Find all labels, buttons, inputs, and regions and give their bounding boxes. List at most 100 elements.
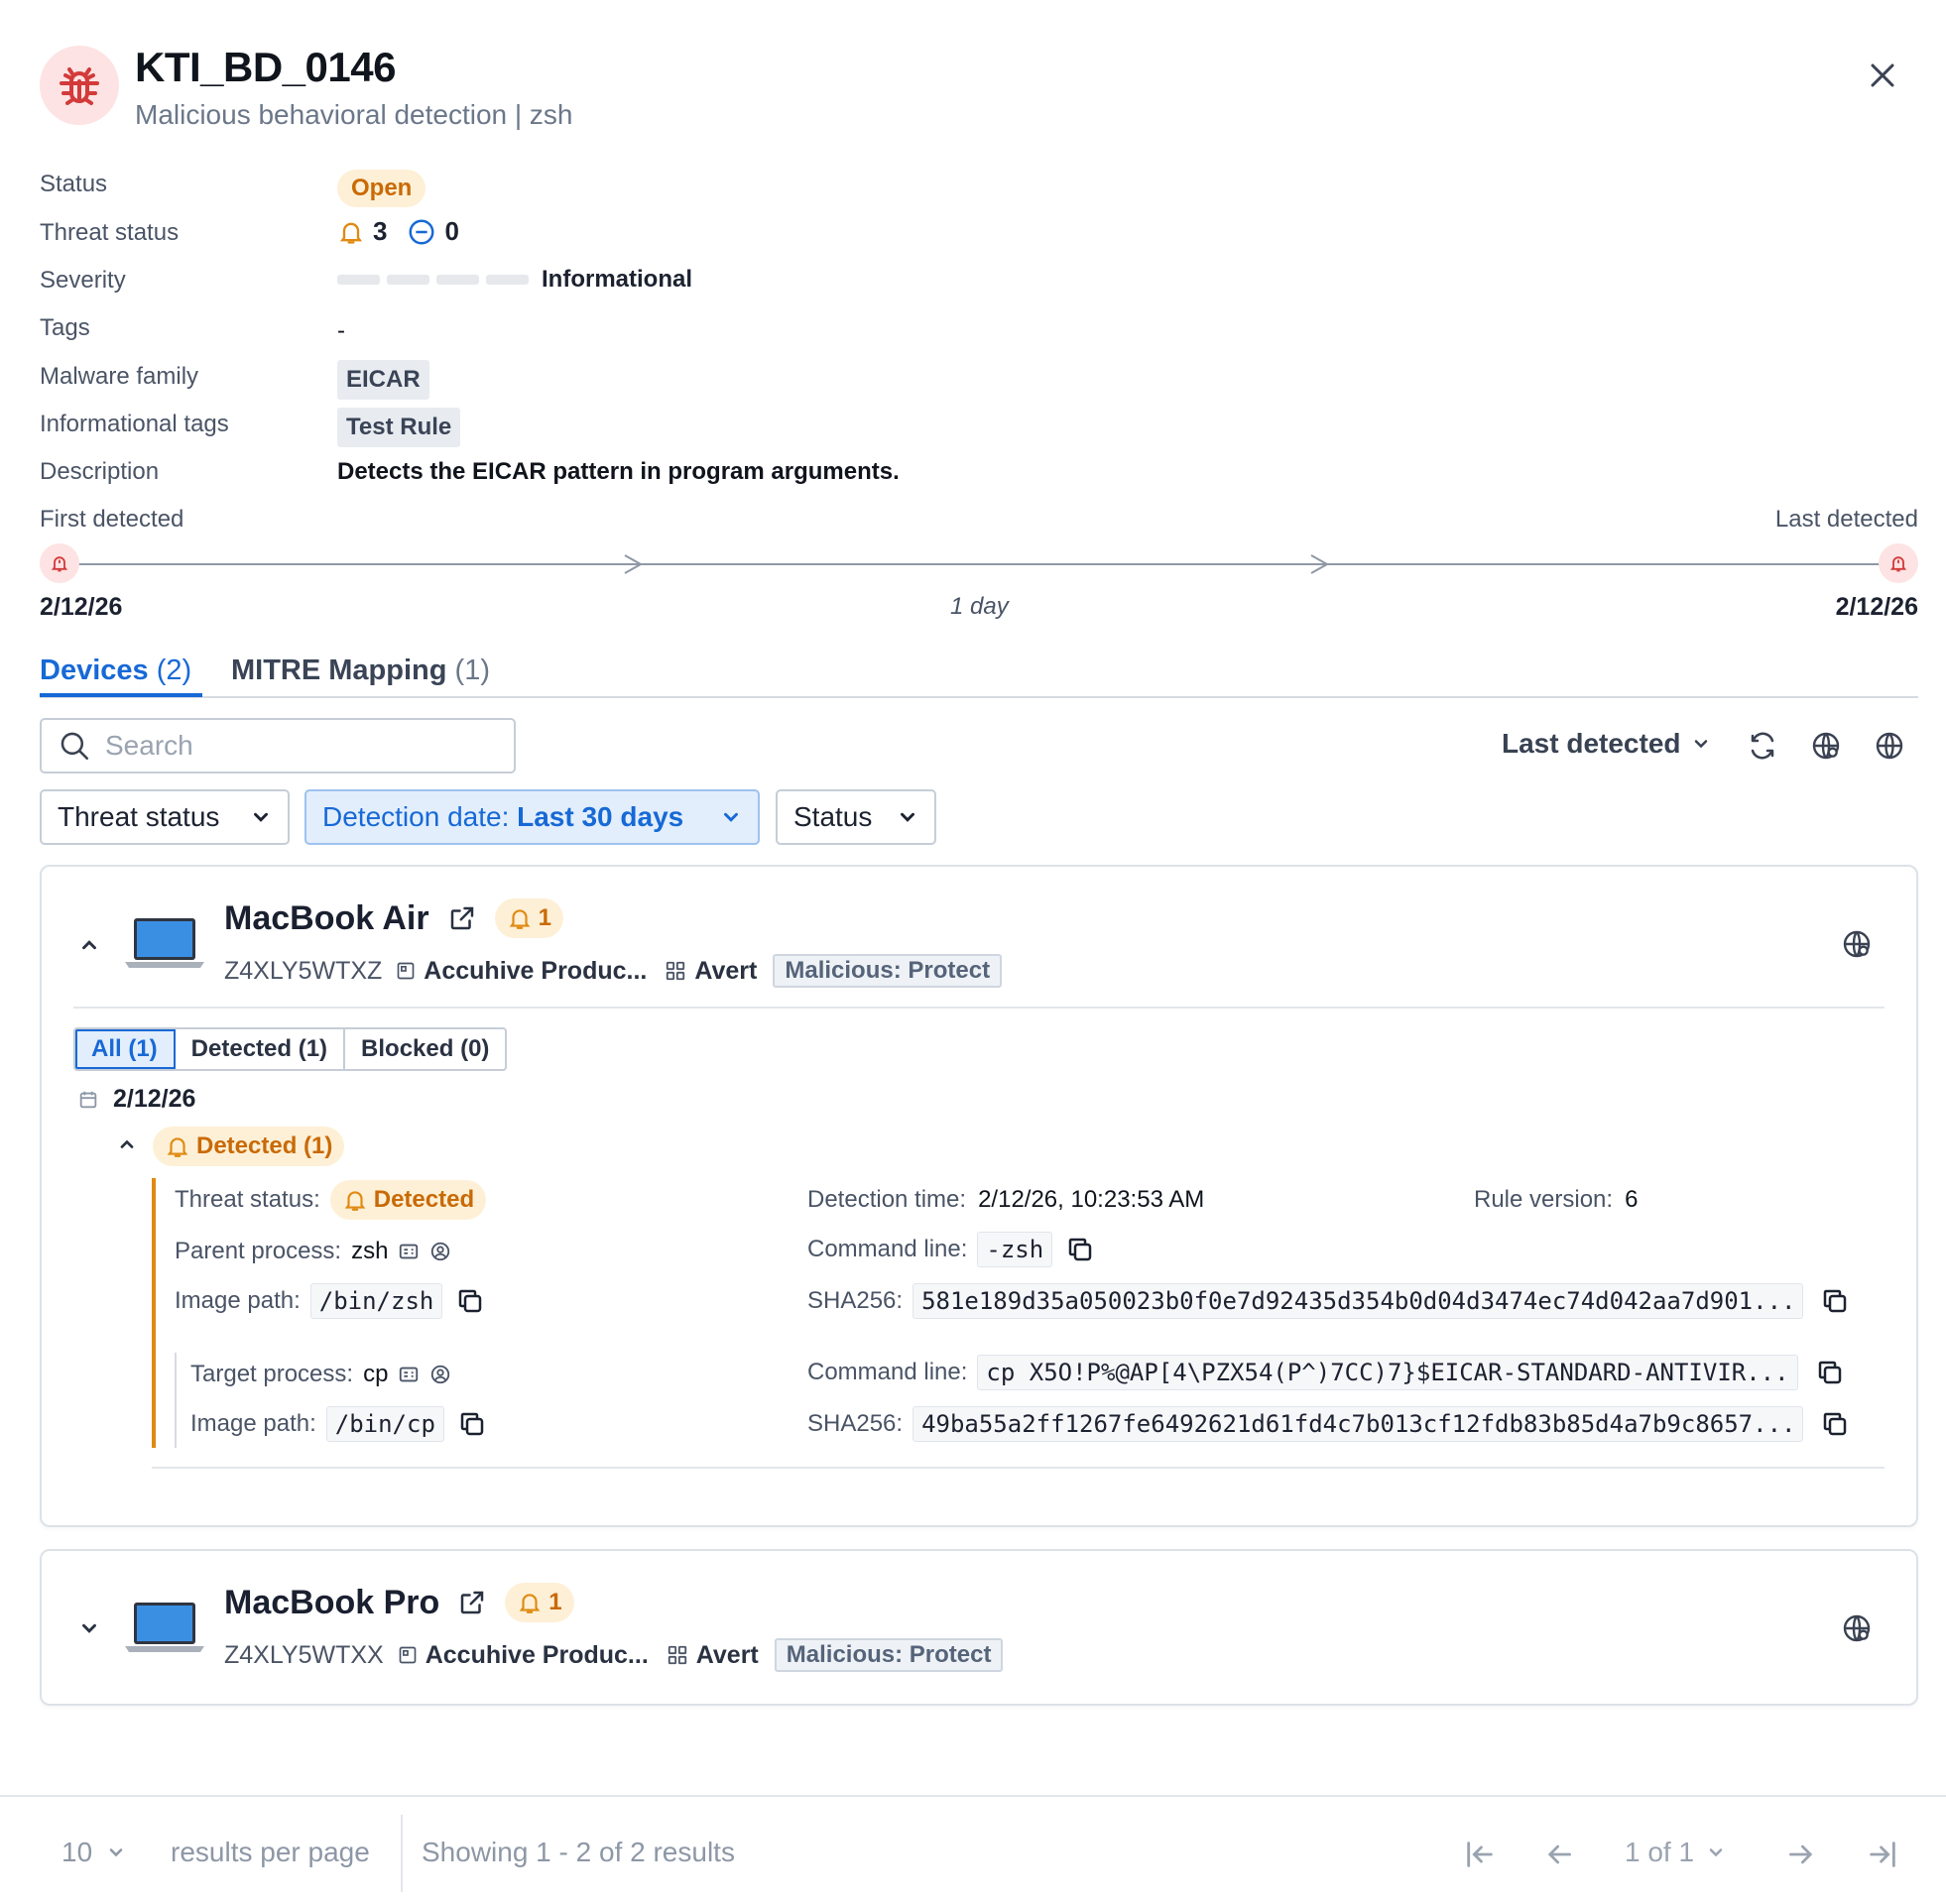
detection-time-value: 2/12/26, 10:23:53 AM bbox=[978, 1186, 1205, 1213]
network-globe-button[interactable] bbox=[1806, 726, 1846, 766]
threat-status-filter[interactable]: Threat status bbox=[40, 789, 290, 845]
target-image-value: /bin/cp bbox=[325, 1406, 444, 1442]
timeline-line bbox=[60, 563, 1896, 565]
chevron-down-icon bbox=[82, 1623, 96, 1633]
parent-cmd-label: Command line: bbox=[807, 1236, 968, 1262]
blocked-icon bbox=[409, 219, 434, 244]
page-title: KTI_BD_0146 bbox=[135, 44, 396, 90]
page-size-select[interactable]: 10 bbox=[61, 1837, 126, 1868]
device-card bbox=[40, 1549, 1918, 1706]
refresh-icon bbox=[1751, 732, 1774, 760]
first-detected-date: 2/12/26 bbox=[40, 593, 123, 621]
external-link-icon bbox=[450, 906, 473, 930]
sort-dropdown[interactable]: Last detected bbox=[1502, 728, 1711, 760]
expand-device-button[interactable] bbox=[69, 1608, 109, 1648]
copy-target-cmd-button[interactable] bbox=[1812, 1355, 1848, 1390]
bell-icon bbox=[344, 1191, 366, 1211]
status-filter[interactable]: Status bbox=[776, 789, 936, 845]
copy-target-image-button[interactable] bbox=[454, 1406, 490, 1442]
laptop-icon bbox=[125, 1603, 204, 1652]
copy-parent-image-button[interactable] bbox=[452, 1283, 488, 1319]
target-sha-row: SHA256: 49ba55a2ff1267fe6492621d61fd4c7b… bbox=[807, 1406, 1853, 1442]
arrow-left-icon bbox=[1547, 1844, 1571, 1864]
copy-parent-sha-button[interactable] bbox=[1817, 1283, 1853, 1319]
search-box[interactable] bbox=[40, 718, 516, 774]
page-indicator: 1 of 1 bbox=[1625, 1837, 1695, 1867]
parent-cmd-value: -zsh bbox=[977, 1232, 1053, 1267]
close-button[interactable] bbox=[1863, 56, 1902, 95]
device-title-row: MacBook Pro 1 bbox=[224, 1583, 574, 1622]
footer-divider bbox=[0, 1795, 1946, 1797]
card-divider bbox=[73, 1007, 1885, 1009]
search-input[interactable] bbox=[105, 730, 482, 762]
severity-bar-segment bbox=[486, 275, 529, 285]
globe-button[interactable] bbox=[1870, 726, 1909, 766]
user-icon bbox=[431, 1365, 450, 1384]
malware-family-tag: EICAR bbox=[337, 360, 429, 400]
collapse-device-button[interactable] bbox=[69, 925, 109, 965]
last-detected-label: Last detected bbox=[1774, 506, 1918, 533]
target-image-label: Image path: bbox=[190, 1410, 316, 1437]
timeline-arrow-icon bbox=[624, 554, 644, 574]
device-name: MacBook Air bbox=[224, 898, 429, 937]
per-page-label: results per page bbox=[171, 1837, 370, 1867]
tab-mitre-count: (1) bbox=[454, 654, 490, 686]
tab-devices[interactable]: Devices (2) bbox=[40, 654, 191, 687]
status-badge: Open bbox=[337, 170, 426, 207]
copy-target-sha-button[interactable] bbox=[1817, 1406, 1853, 1442]
threat-blocked-count: 0 bbox=[444, 216, 459, 246]
parent-process-value: zsh bbox=[351, 1238, 389, 1264]
device-group: Avert bbox=[694, 956, 758, 985]
first-page-button[interactable] bbox=[1460, 1835, 1500, 1874]
last-page-button[interactable] bbox=[1863, 1835, 1902, 1874]
rule-version-label: Rule version: bbox=[1474, 1186, 1614, 1213]
segment-detected[interactable]: Detected (1) bbox=[176, 1029, 346, 1069]
parent-image-label: Image path: bbox=[175, 1287, 301, 1314]
parent-cmd-row: Command line: -zsh bbox=[807, 1232, 1098, 1267]
tab-devices-label: Devices bbox=[40, 654, 149, 686]
bell-icon bbox=[509, 909, 530, 929]
open-device-link[interactable] bbox=[445, 901, 479, 935]
target-process-row: Target process: cp bbox=[190, 1361, 451, 1388]
first-page-icon bbox=[1467, 1842, 1493, 1867]
device-network-button[interactable] bbox=[1837, 1608, 1877, 1648]
device-title-row: MacBook Air 1 bbox=[224, 898, 563, 938]
device-product: Accuhive Produc... bbox=[425, 1640, 649, 1669]
parent-sha-row: SHA256: 581e189d35a050023b0f0e7d92435d35… bbox=[807, 1283, 1853, 1319]
next-page-button[interactable] bbox=[1781, 1835, 1821, 1874]
rule-version-value: 6 bbox=[1625, 1186, 1639, 1213]
device-serial: Z4XLY5WTXZ bbox=[224, 956, 383, 985]
refresh-button[interactable] bbox=[1743, 726, 1782, 766]
user-icon bbox=[431, 1242, 450, 1261]
detection-time-row: Detection time: 2/12/26, 10:23:53 AM bbox=[807, 1186, 1204, 1214]
status-filter-label: Status bbox=[793, 801, 873, 832]
close-icon bbox=[1871, 63, 1894, 87]
open-device-link[interactable] bbox=[455, 1586, 489, 1619]
collapse-detected-group[interactable] bbox=[109, 1127, 145, 1162]
informational-tag: Test Rule bbox=[337, 408, 461, 447]
tab-mitre-mapping[interactable]: MITRE Mapping (1) bbox=[231, 654, 490, 687]
laptop-icon bbox=[125, 918, 204, 968]
device-policy-tag: Malicious: Protect bbox=[774, 1638, 1004, 1672]
segment-all[interactable]: All (1) bbox=[75, 1029, 176, 1069]
tab-mitre-label: MITRE Mapping bbox=[231, 654, 447, 686]
device-product: Accuhive Produc... bbox=[424, 956, 648, 985]
rule-version-row: Rule version: 6 bbox=[1474, 1186, 1638, 1214]
detection-date-filter[interactable]: Detection date: Last 30 days bbox=[304, 789, 760, 845]
tags-value: - bbox=[337, 317, 345, 344]
chevron-up-icon bbox=[82, 940, 96, 950]
target-sha-value: 49ba55a2ff1267fe6492621d61fd4c7b013cf12f… bbox=[912, 1406, 1804, 1442]
device-policy-tag: Malicious: Protect bbox=[773, 954, 1003, 988]
previous-page-button[interactable] bbox=[1539, 1835, 1579, 1874]
page-select[interactable]: 1 of 1 bbox=[1625, 1837, 1726, 1868]
id-card-icon bbox=[400, 1244, 419, 1259]
chevron-up-icon bbox=[120, 1139, 134, 1148]
page-subtitle: Malicious behavioral detection | zsh bbox=[135, 99, 573, 130]
device-alert-count: 1 bbox=[548, 1589, 562, 1615]
detection-bug-icon bbox=[40, 46, 119, 125]
segment-blocked[interactable]: Blocked (0) bbox=[345, 1029, 505, 1069]
device-network-button[interactable] bbox=[1837, 924, 1877, 964]
search-icon bbox=[61, 732, 89, 761]
target-sha-label: SHA256: bbox=[807, 1410, 904, 1437]
copy-parent-cmd-button[interactable] bbox=[1062, 1232, 1098, 1267]
